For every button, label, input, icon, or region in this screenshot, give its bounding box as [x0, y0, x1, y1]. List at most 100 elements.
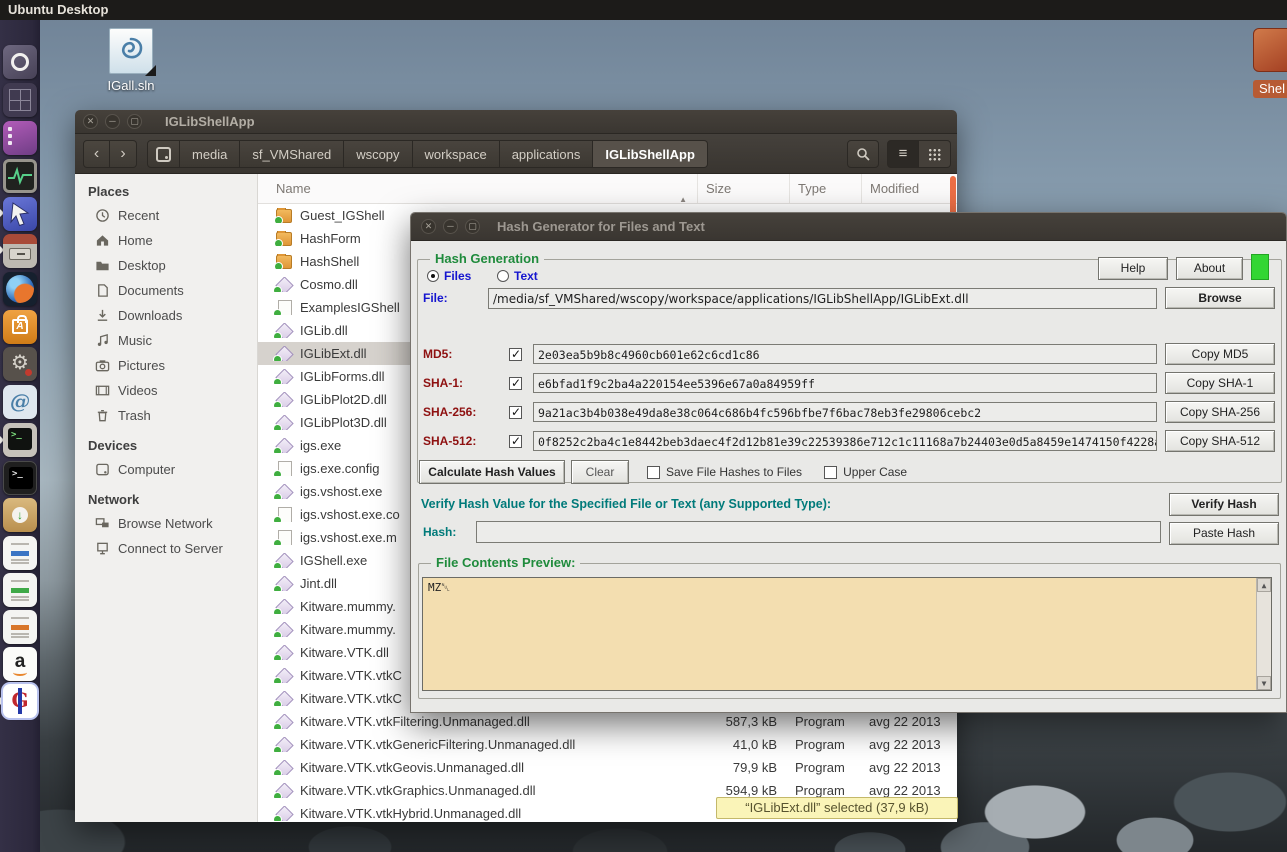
system-monitor-icon[interactable] — [3, 159, 37, 193]
save-hashes-checkbox[interactable] — [647, 466, 660, 479]
desktop-icon-edge[interactable]: Shel — [1253, 28, 1287, 98]
terminal-icon[interactable]: >_ — [3, 423, 37, 457]
hash-enabled-checkbox[interactable] — [509, 435, 522, 448]
sidebar-item-computer[interactable]: Computer — [75, 457, 257, 482]
minimize-icon[interactable]: ─ — [443, 219, 458, 234]
hash-value-field[interactable]: 9a21ac3b4b038e49da8e38c064c686b4fc596bfb… — [533, 402, 1157, 422]
clear-button[interactable]: Clear — [571, 460, 629, 484]
sidebar-item-desktop[interactable]: Desktop — [75, 253, 257, 278]
copy-hash-button[interactable]: Copy SHA-256 — [1165, 401, 1275, 423]
scroll-up-icon[interactable]: ▲ — [1257, 578, 1271, 592]
file-name: HashForm — [300, 231, 361, 246]
sidebar-item-connect-to-server[interactable]: Connect to Server — [75, 536, 257, 561]
file-type-icon — [276, 439, 292, 453]
sidebar-item-documents[interactable]: Documents — [75, 278, 257, 303]
purple-app-icon[interactable] — [3, 121, 37, 155]
preview-scrollbar[interactable]: ▲ ▼ — [1256, 578, 1271, 690]
breadcrumb-wscopy[interactable]: wscopy — [344, 140, 412, 168]
forward-button[interactable]: › — [110, 140, 137, 168]
firefox-icon[interactable] — [3, 272, 37, 306]
files-radio[interactable]: Files — [427, 267, 471, 285]
libreoffice-writer-icon[interactable] — [3, 536, 37, 570]
file-contents-preview[interactable]: MZ␀ ▲ ▼ — [422, 577, 1272, 691]
text-radio[interactable]: Text — [497, 267, 538, 285]
breadcrumb-iglibshellapp[interactable]: IGLibShellApp — [593, 140, 708, 168]
grid-view-button[interactable] — [919, 140, 951, 168]
drive-breadcrumb-button[interactable] — [147, 140, 180, 168]
list-view-button[interactable]: ≡ — [887, 140, 919, 168]
column-header-name[interactable]: Name▲ — [258, 174, 697, 203]
film-icon — [95, 383, 110, 398]
hash-input-field[interactable] — [476, 521, 1161, 543]
paste-hash-button[interactable]: Paste Hash — [1169, 522, 1279, 545]
hash-enabled-checkbox[interactable] — [509, 348, 522, 361]
verify-hash-button[interactable]: Verify Hash — [1169, 493, 1279, 516]
file-row[interactable]: Kitware.VTK.vtkGenericFiltering.Unmanage… — [258, 733, 957, 756]
document-icon — [95, 283, 110, 298]
remote-desktop-icon[interactable] — [3, 197, 37, 231]
hash-value-field[interactable]: 2e03ea5b9b8c4960cb601e62c6cd1c86 — [533, 344, 1157, 364]
help-button[interactable]: Help — [1098, 257, 1168, 280]
system-settings-icon[interactable]: ⚙ — [3, 347, 37, 381]
sidebar-item-trash[interactable]: Trash — [75, 403, 257, 428]
copy-hash-button[interactable]: Copy SHA-1 — [1165, 372, 1275, 394]
browse-button[interactable]: Browse — [1165, 287, 1275, 309]
about-button[interactable]: About — [1176, 257, 1243, 280]
sidebar-item-videos[interactable]: Videos — [75, 378, 257, 403]
workspace-switcher-icon[interactable] — [3, 83, 37, 117]
file-name: HashShell — [300, 254, 359, 269]
sidebar-item-downloads[interactable]: Downloads — [75, 303, 257, 328]
file-modified: avg 22 2013 — [861, 760, 957, 775]
file-path-field[interactable]: /media/sf_VMShared/wscopy/workspace/appl… — [488, 288, 1157, 309]
sidebar-item-music[interactable]: Music — [75, 328, 257, 353]
terminal-dark-icon[interactable]: >_ — [3, 461, 37, 495]
fm-titlebar[interactable]: ✕ ─ ▢ IGLibShellApp — [75, 110, 957, 134]
file-name: Kitware.VTK.vtkFiltering.Unmanaged.dll — [300, 714, 530, 729]
dialog-titlebar[interactable]: ✕ ─ ▢ Hash Generator for Files and Text — [411, 213, 1286, 241]
breadcrumb-sf-vmshared[interactable]: sf_VMShared — [240, 140, 344, 168]
minimize-icon[interactable]: ─ — [105, 114, 120, 129]
sidebar-item-recent[interactable]: Recent — [75, 203, 257, 228]
sidebar-item-browse-network[interactable]: Browse Network — [75, 511, 257, 536]
files-radio-icon[interactable] — [427, 270, 439, 282]
hash-enabled-checkbox[interactable] — [509, 377, 522, 390]
libreoffice-impress-icon[interactable] — [3, 610, 37, 644]
file-row[interactable]: Kitware.VTK.vtkGeovis.Unmanaged.dll 79,9… — [258, 756, 957, 779]
search-button[interactable] — [847, 140, 879, 168]
column-header-modified[interactable]: Modified — [861, 174, 957, 203]
scroll-down-icon[interactable]: ▼ — [1257, 676, 1271, 690]
iglib-app-icon[interactable]: G — [3, 684, 37, 718]
close-icon[interactable]: ✕ — [421, 219, 436, 234]
software-updater-icon[interactable]: ↓ — [3, 498, 37, 532]
text-radio-icon[interactable] — [497, 270, 509, 282]
column-header-size[interactable]: Size — [697, 174, 789, 203]
sidebar-item-home[interactable]: Home — [75, 228, 257, 253]
sidebar-item-pictures[interactable]: Pictures — [75, 353, 257, 378]
desktop-icon-igall[interactable]: IGall.sln — [99, 28, 163, 93]
maximize-icon[interactable]: ▢ — [465, 219, 480, 234]
software-center-icon[interactable]: A — [3, 310, 37, 344]
maximize-icon[interactable]: ▢ — [127, 114, 142, 129]
iglib-swirl-icon[interactable]: @ — [3, 385, 37, 419]
file-name: Jint.dll — [300, 576, 337, 591]
copy-hash-button[interactable]: Copy MD5 — [1165, 343, 1275, 365]
libreoffice-calc-icon[interactable] — [3, 573, 37, 607]
download-icon — [95, 308, 110, 323]
amazon-icon[interactable]: a — [3, 647, 37, 681]
hash-enabled-checkbox[interactable] — [509, 406, 522, 419]
column-header-type[interactable]: Type — [789, 174, 861, 203]
back-button[interactable]: ‹ — [83, 140, 110, 168]
upper-case-checkbox[interactable] — [824, 466, 837, 479]
file-row[interactable]: Kitware.VTK.vtkFiltering.Unmanaged.dll 5… — [258, 710, 957, 733]
breadcrumb-applications[interactable]: applications — [500, 140, 594, 168]
file-name: IGLibPlot2D.dll — [300, 392, 387, 407]
copy-hash-button[interactable]: Copy SHA-512 — [1165, 430, 1275, 452]
close-icon[interactable]: ✕ — [83, 114, 98, 129]
breadcrumb-media[interactable]: media — [180, 140, 240, 168]
hash-value-field[interactable]: 0f8252c2ba4c1e8442beb3daec4f2d12b81e39c2… — [533, 431, 1157, 451]
calculate-hash-values-button[interactable]: Calculate Hash Values — [419, 460, 565, 484]
file-archiver-icon[interactable] — [3, 234, 37, 268]
ubuntu-dash-icon[interactable] — [3, 45, 37, 79]
hash-value-field[interactable]: e6bfad1f9c2ba4a220154ee5396e67a0a84959ff — [533, 373, 1157, 393]
breadcrumb-workspace[interactable]: workspace — [413, 140, 500, 168]
